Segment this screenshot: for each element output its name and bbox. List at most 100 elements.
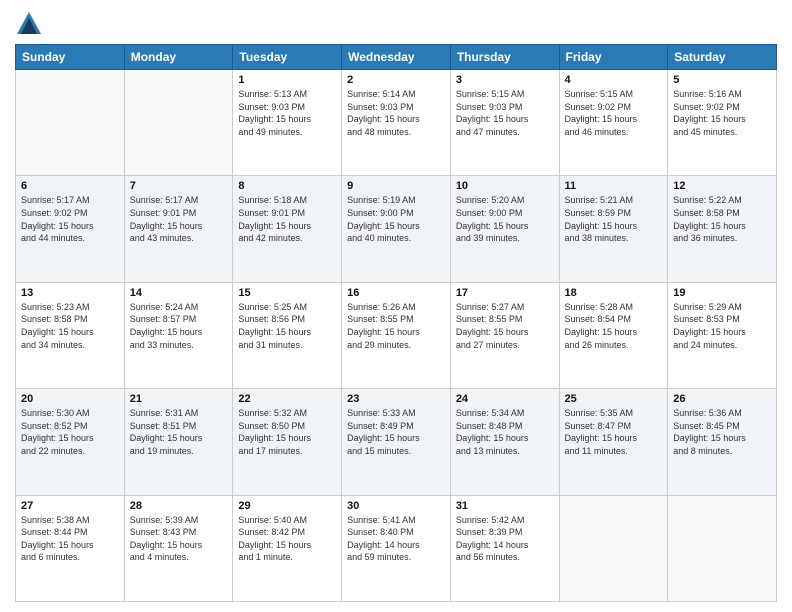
calendar-cell: 8 Sunrise: 5:18 AM Sunset: 9:01 PM Daylig… xyxy=(233,176,342,282)
calendar-cell: 6 Sunrise: 5:17 AM Sunset: 9:02 PM Daylig… xyxy=(16,176,125,282)
calendar-cell: 7 Sunrise: 5:17 AM Sunset: 9:01 PM Daylig… xyxy=(124,176,233,282)
calendar-cell: 1 Sunrise: 5:13 AM Sunset: 9:03 PM Daylig… xyxy=(233,70,342,176)
day-number: 10 xyxy=(456,180,554,192)
calendar-cell: 29 Sunrise: 5:40 AM Sunset: 8:42 PM Dayli… xyxy=(233,495,342,601)
calendar-cell: 24 Sunrise: 5:34 AM Sunset: 8:48 PM Dayli… xyxy=(450,389,559,495)
calendar-cell: 13 Sunrise: 5:23 AM Sunset: 8:58 PM Dayli… xyxy=(16,282,125,388)
cell-sun-info: Sunrise: 5:24 AM Sunset: 8:57 PM Dayligh… xyxy=(130,301,228,351)
cell-sun-info: Sunrise: 5:21 AM Sunset: 8:59 PM Dayligh… xyxy=(565,194,663,244)
page: SundayMondayTuesdayWednesdayThursdayFrid… xyxy=(0,0,792,612)
cell-sun-info: Sunrise: 5:23 AM Sunset: 8:58 PM Dayligh… xyxy=(21,301,119,351)
col-header-monday: Monday xyxy=(124,45,233,70)
calendar-cell: 11 Sunrise: 5:21 AM Sunset: 8:59 PM Dayli… xyxy=(559,176,668,282)
day-number: 11 xyxy=(565,180,663,192)
day-number: 23 xyxy=(347,393,445,405)
calendar-cell xyxy=(124,70,233,176)
cell-sun-info: Sunrise: 5:18 AM Sunset: 9:01 PM Dayligh… xyxy=(238,194,336,244)
day-number: 3 xyxy=(456,74,554,86)
calendar-cell: 21 Sunrise: 5:31 AM Sunset: 8:51 PM Dayli… xyxy=(124,389,233,495)
day-number: 22 xyxy=(238,393,336,405)
day-number: 15 xyxy=(238,287,336,299)
cell-sun-info: Sunrise: 5:35 AM Sunset: 8:47 PM Dayligh… xyxy=(565,407,663,457)
day-number: 19 xyxy=(673,287,771,299)
col-header-thursday: Thursday xyxy=(450,45,559,70)
calendar-cell: 4 Sunrise: 5:15 AM Sunset: 9:02 PM Daylig… xyxy=(559,70,668,176)
calendar-cell: 27Sunrise: 5:38 AM Sunset: 8:44 PM Dayli… xyxy=(16,495,125,601)
calendar-cell: 30Sunrise: 5:41 AM Sunset: 8:40 PM Dayli… xyxy=(342,495,451,601)
col-header-tuesday: Tuesday xyxy=(233,45,342,70)
col-header-wednesday: Wednesday xyxy=(342,45,451,70)
day-number: 28 xyxy=(130,500,228,512)
cell-sun-info: Sunrise: 5:41 AM Sunset: 8:40 PM Dayligh… xyxy=(347,514,445,564)
cell-sun-info: Sunrise: 5:38 AM Sunset: 8:44 PM Dayligh… xyxy=(21,514,119,564)
day-number: 26 xyxy=(673,393,771,405)
day-number: 31 xyxy=(456,500,554,512)
header xyxy=(15,10,777,38)
cell-sun-info: Sunrise: 5:20 AM Sunset: 9:00 PM Dayligh… xyxy=(456,194,554,244)
calendar-cell xyxy=(16,70,125,176)
cell-sun-info: Sunrise: 5:19 AM Sunset: 9:00 PM Dayligh… xyxy=(347,194,445,244)
cell-sun-info: Sunrise: 5:25 AM Sunset: 8:56 PM Dayligh… xyxy=(238,301,336,351)
day-number: 21 xyxy=(130,393,228,405)
calendar-cell: 9 Sunrise: 5:19 AM Sunset: 9:00 PM Daylig… xyxy=(342,176,451,282)
cell-sun-info: Sunrise: 5:26 AM Sunset: 8:55 PM Dayligh… xyxy=(347,301,445,351)
logo-icon xyxy=(15,10,43,38)
cell-sun-info: Sunrise: 5:17 AM Sunset: 9:01 PM Dayligh… xyxy=(130,194,228,244)
calendar-cell: 12 Sunrise: 5:22 AM Sunset: 8:58 PM Dayli… xyxy=(668,176,777,282)
calendar-cell: 2Sunrise: 5:14 AM Sunset: 9:03 PM Daylig… xyxy=(342,70,451,176)
day-number: 4 xyxy=(565,74,663,86)
logo xyxy=(15,10,45,38)
calendar-cell: 19 Sunrise: 5:29 AM Sunset: 8:53 PM Dayli… xyxy=(668,282,777,388)
cell-sun-info: Sunrise: 5:34 AM Sunset: 8:48 PM Dayligh… xyxy=(456,407,554,457)
cell-sun-info: Sunrise: 5:31 AM Sunset: 8:51 PM Dayligh… xyxy=(130,407,228,457)
day-number: 8 xyxy=(238,180,336,192)
cell-sun-info: Sunrise: 5:16 AM Sunset: 9:02 PM Dayligh… xyxy=(673,88,771,138)
cell-sun-info: Sunrise: 5:13 AM Sunset: 9:03 PM Dayligh… xyxy=(238,88,336,138)
calendar-cell: 20Sunrise: 5:30 AM Sunset: 8:52 PM Dayli… xyxy=(16,389,125,495)
cell-sun-info: Sunrise: 5:22 AM Sunset: 8:58 PM Dayligh… xyxy=(673,194,771,244)
cell-sun-info: Sunrise: 5:17 AM Sunset: 9:02 PM Dayligh… xyxy=(21,194,119,244)
calendar-cell: 25 Sunrise: 5:35 AM Sunset: 8:47 PM Dayli… xyxy=(559,389,668,495)
calendar-cell: 15 Sunrise: 5:25 AM Sunset: 8:56 PM Dayli… xyxy=(233,282,342,388)
day-number: 13 xyxy=(21,287,119,299)
day-number: 7 xyxy=(130,180,228,192)
cell-sun-info: Sunrise: 5:36 AM Sunset: 8:45 PM Dayligh… xyxy=(673,407,771,457)
day-number: 1 xyxy=(238,74,336,86)
cell-sun-info: Sunrise: 5:27 AM Sunset: 8:55 PM Dayligh… xyxy=(456,301,554,351)
calendar-cell: 22 Sunrise: 5:32 AM Sunset: 8:50 PM Dayli… xyxy=(233,389,342,495)
day-number: 24 xyxy=(456,393,554,405)
day-number: 9 xyxy=(347,180,445,192)
calendar-cell: 16 Sunrise: 5:26 AM Sunset: 8:55 PM Dayli… xyxy=(342,282,451,388)
day-number: 20 xyxy=(21,393,119,405)
day-number: 18 xyxy=(565,287,663,299)
cell-sun-info: Sunrise: 5:40 AM Sunset: 8:42 PM Dayligh… xyxy=(238,514,336,564)
cell-sun-info: Sunrise: 5:32 AM Sunset: 8:50 PM Dayligh… xyxy=(238,407,336,457)
cell-sun-info: Sunrise: 5:42 AM Sunset: 8:39 PM Dayligh… xyxy=(456,514,554,564)
day-number: 25 xyxy=(565,393,663,405)
day-number: 29 xyxy=(238,500,336,512)
calendar-table: SundayMondayTuesdayWednesdayThursdayFrid… xyxy=(15,44,777,602)
calendar-cell: 23 Sunrise: 5:33 AM Sunset: 8:49 PM Dayli… xyxy=(342,389,451,495)
cell-sun-info: Sunrise: 5:28 AM Sunset: 8:54 PM Dayligh… xyxy=(565,301,663,351)
calendar-cell xyxy=(668,495,777,601)
cell-sun-info: Sunrise: 5:15 AM Sunset: 9:02 PM Dayligh… xyxy=(565,88,663,138)
calendar-cell: 28Sunrise: 5:39 AM Sunset: 8:43 PM Dayli… xyxy=(124,495,233,601)
day-number: 5 xyxy=(673,74,771,86)
calendar-cell: 31 Sunrise: 5:42 AM Sunset: 8:39 PM Dayli… xyxy=(450,495,559,601)
cell-sun-info: Sunrise: 5:33 AM Sunset: 8:49 PM Dayligh… xyxy=(347,407,445,457)
day-number: 6 xyxy=(21,180,119,192)
day-number: 16 xyxy=(347,287,445,299)
calendar-cell: 17Sunrise: 5:27 AM Sunset: 8:55 PM Dayli… xyxy=(450,282,559,388)
cell-sun-info: Sunrise: 5:15 AM Sunset: 9:03 PM Dayligh… xyxy=(456,88,554,138)
calendar-cell: 18 Sunrise: 5:28 AM Sunset: 8:54 PM Dayli… xyxy=(559,282,668,388)
col-header-sunday: Sunday xyxy=(16,45,125,70)
day-number: 12 xyxy=(673,180,771,192)
cell-sun-info: Sunrise: 5:29 AM Sunset: 8:53 PM Dayligh… xyxy=(673,301,771,351)
calendar-cell: 14Sunrise: 5:24 AM Sunset: 8:57 PM Dayli… xyxy=(124,282,233,388)
col-header-saturday: Saturday xyxy=(668,45,777,70)
cell-sun-info: Sunrise: 5:14 AM Sunset: 9:03 PM Dayligh… xyxy=(347,88,445,138)
calendar-cell: 26 Sunrise: 5:36 AM Sunset: 8:45 PM Dayli… xyxy=(668,389,777,495)
calendar-cell: 10 Sunrise: 5:20 AM Sunset: 9:00 PM Dayli… xyxy=(450,176,559,282)
calendar-cell xyxy=(559,495,668,601)
calendar-cell: 3 Sunrise: 5:15 AM Sunset: 9:03 PM Daylig… xyxy=(450,70,559,176)
